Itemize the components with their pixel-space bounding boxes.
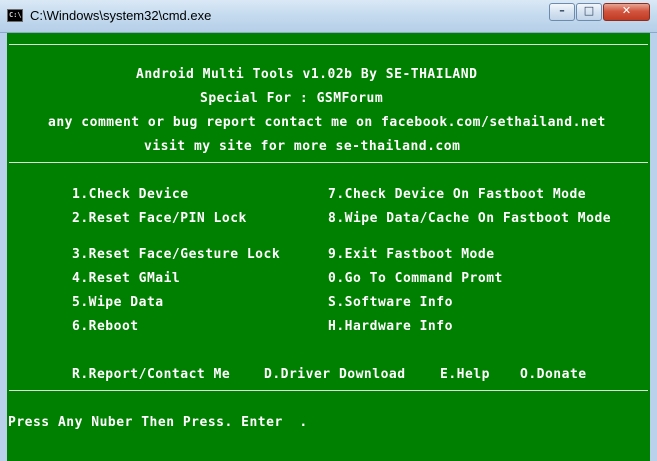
banner-title: Android Multi Tools v1.02b By SE-THAILAN… xyxy=(136,67,478,82)
banner-special: Special For : GSMForum xyxy=(200,91,384,106)
window-frame-left xyxy=(0,33,7,461)
console-area[interactable]: Android Multi Tools v1.02b By SE-THAILAN… xyxy=(7,33,650,461)
banner-contact: any comment or bug report contact me on … xyxy=(48,115,606,130)
menu-item-command-prompt: 0.Go To Command Promt xyxy=(328,271,503,286)
separator-line-middle xyxy=(9,162,648,163)
window-frame-right xyxy=(650,33,657,461)
menu-item-reset-face-gesture: 3.Reset Face/Gesture Lock xyxy=(72,247,281,262)
separator-line-top xyxy=(9,44,648,45)
menu-item-donate: O.Donate xyxy=(520,367,587,382)
cmd-app-icon[interactable]: C:\ xyxy=(7,9,23,22)
minimize-button[interactable]: – xyxy=(549,3,575,21)
banner-site: visit my site for more se-thailand.com xyxy=(144,139,461,154)
menu-item-report-contact: R.Report/Contact Me xyxy=(72,367,231,382)
menu-item-reset-gmail: 4.Reset GMail xyxy=(72,271,181,286)
title-bar[interactable]: C:\ C:\Windows\system32\cmd.exe – □ ✕ xyxy=(0,0,657,33)
window-title: C:\Windows\system32\cmd.exe xyxy=(30,8,212,23)
menu-item-software-info: S.Software Info xyxy=(328,295,453,310)
menu-item-hardware-info: H.Hardware Info xyxy=(328,319,453,334)
menu-item-wipe-data: 5.Wipe Data xyxy=(72,295,164,310)
separator-line-bottom xyxy=(9,390,648,391)
menu-item-reset-face-pin: 2.Reset Face/PIN Lock xyxy=(72,211,247,226)
menu-item-check-fastboot: 7.Check Device On Fastboot Mode xyxy=(328,187,587,202)
menu-item-driver-download: D.Driver Download xyxy=(264,367,406,382)
menu-item-exit-fastboot: 9.Exit Fastboot Mode xyxy=(328,247,495,262)
menu-item-check-device: 1.Check Device xyxy=(72,187,189,202)
menu-item-wipe-cache-fastboot: 8.Wipe Data/Cache On Fastboot Mode xyxy=(328,211,612,226)
menu-item-reboot: 6.Reboot xyxy=(72,319,139,334)
input-prompt[interactable]: Press Any Nuber Then Press. Enter . xyxy=(8,415,308,430)
close-button[interactable]: ✕ xyxy=(603,3,650,21)
maximize-button[interactable]: □ xyxy=(576,3,602,21)
menu-item-help: E.Help xyxy=(440,367,490,382)
